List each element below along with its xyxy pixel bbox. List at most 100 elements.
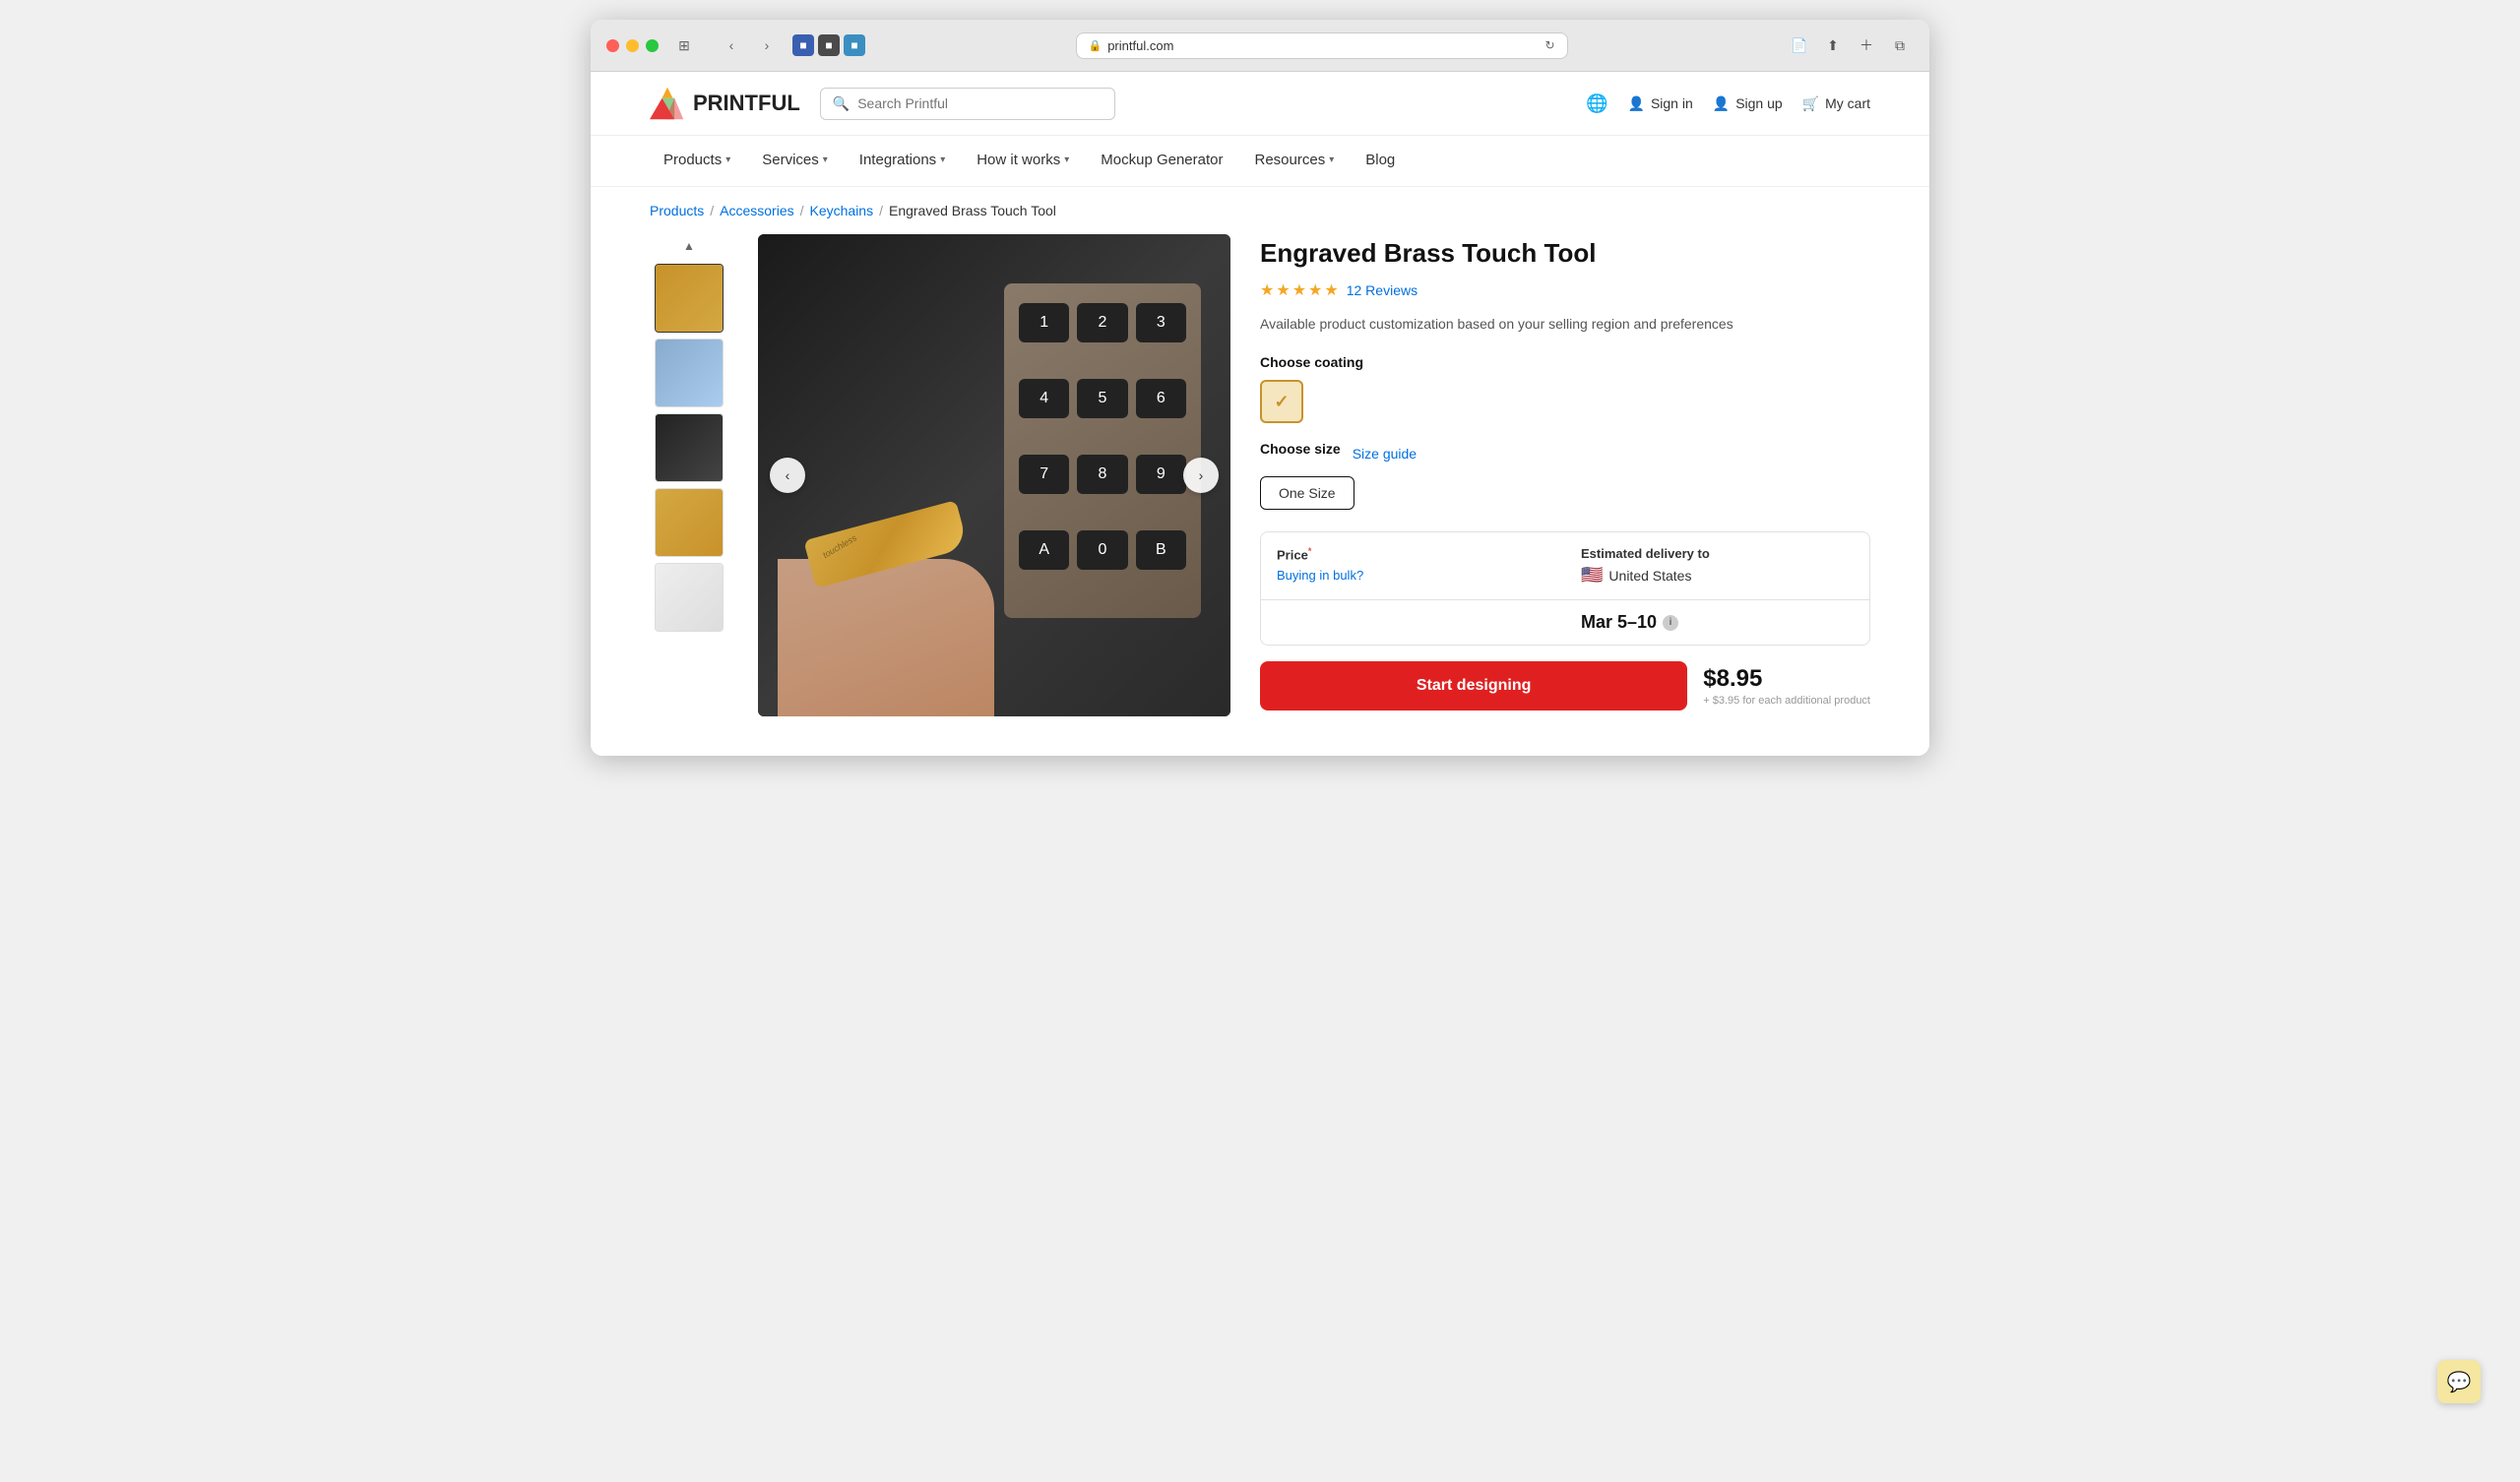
sign-in-link[interactable]: 👤 Sign in	[1628, 95, 1693, 112]
main-image-placeholder: 1 2 3 4 5 6 7 8 9 A 0 B	[758, 234, 1230, 716]
price-note: + $3.95 for each additional product	[1703, 695, 1870, 707]
thumbnail-image-1	[656, 265, 723, 332]
chat-icon: 💬	[2447, 1370, 2472, 1394]
address-bar[interactable]: 🔒 printful.com ↻	[1076, 32, 1568, 59]
forward-button[interactable]: ›	[753, 31, 781, 59]
browser-titlebar: ⊞ ‹ › ■ ■ ■ 🔒 printful.com ↻ 📄 ⬆ ＋ ⧉	[591, 20, 1929, 72]
reviews-link[interactable]: 12 Reviews	[1347, 282, 1418, 298]
tabs-icon[interactable]: ⧉	[1886, 31, 1914, 59]
delivery-info-icon[interactable]: i	[1663, 615, 1678, 631]
price-cell: Price* Buying in bulk?	[1261, 532, 1565, 599]
delivery-label: Estimated delivery to	[1581, 546, 1854, 561]
sidebar-toggle-button[interactable]: ⊞	[670, 31, 698, 59]
product-title: Engraved Brass Touch Tool	[1260, 238, 1870, 269]
nav-mockup-generator[interactable]: Mockup Generator	[1087, 136, 1236, 186]
delivery-country-row: 🇺🇸 United States	[1581, 565, 1854, 586]
key-1: 1	[1019, 303, 1069, 342]
nav-services[interactable]: Services ▾	[748, 136, 842, 186]
brass-tool-text: touchless	[821, 532, 858, 560]
thumbnail-image-3	[656, 414, 723, 481]
toolbar-actions: 📄 ⬆ ＋ ⧉	[1786, 31, 1914, 59]
brass-tool-shape: touchless	[803, 500, 968, 588]
thumbnail-column: ▲	[650, 234, 728, 716]
breadcrumb-sep-3: /	[879, 203, 883, 218]
thumbnail-image-2	[656, 340, 723, 406]
breadcrumb-accessories[interactable]: Accessories	[720, 203, 793, 218]
carousel-prev-button[interactable]: ‹	[770, 458, 805, 493]
traffic-lights	[606, 39, 659, 52]
thumbnail-5[interactable]	[655, 563, 724, 632]
breadcrumb-current: Engraved Brass Touch Tool	[889, 203, 1056, 218]
rating-row: ★ ★ ★ ★ ★ 12 Reviews	[1260, 280, 1870, 300]
globe-icon[interactable]: 🌐	[1586, 93, 1607, 114]
reader-view-icon[interactable]: 📄	[1786, 31, 1813, 59]
price-display: $8.95 + $3.95 for each additional produc…	[1703, 665, 1870, 707]
nav-products[interactable]: Products ▾	[650, 136, 744, 186]
chat-widget[interactable]: 💬	[2437, 1360, 2481, 1403]
thumbnail-image-5	[656, 564, 723, 631]
delivery-cell: Estimated delivery to 🇺🇸 United States	[1565, 532, 1869, 599]
reload-button[interactable]: ↻	[1544, 38, 1554, 52]
share-icon[interactable]: ⬆	[1819, 31, 1847, 59]
start-designing-button[interactable]: Start designing	[1260, 661, 1687, 710]
site-logo[interactable]: PRINTFUL	[650, 86, 800, 121]
bulk-buying-link[interactable]: Buying in bulk?	[1277, 568, 1363, 583]
nav-blog[interactable]: Blog	[1352, 136, 1409, 186]
minimize-button[interactable]	[626, 39, 639, 52]
key-0: 0	[1077, 530, 1127, 570]
search-bar[interactable]: 🔍	[820, 88, 1115, 120]
logo-text: PRINTFUL	[693, 91, 800, 116]
main-nav: Products ▾ Services ▾ Integrations ▾ How…	[591, 136, 1929, 187]
carousel-next-button[interactable]: ›	[1183, 458, 1219, 493]
product-main-image: 1 2 3 4 5 6 7 8 9 A 0 B	[758, 234, 1230, 716]
breadcrumb: Products / Accessories / Keychains / Eng…	[591, 187, 1929, 234]
price-label: Price*	[1277, 546, 1549, 562]
header-actions: 🌐 👤 Sign in 👤 Sign up 🛒 My cart	[1586, 93, 1870, 114]
logo-icon	[650, 86, 685, 121]
delivery-date: Mar 5–10 i	[1565, 600, 1869, 645]
back-button[interactable]: ‹	[718, 31, 745, 59]
ext-bitwarden-icon[interactable]: ■	[844, 34, 865, 56]
star-5: ★	[1324, 280, 1338, 300]
breadcrumb-products[interactable]: Products	[650, 203, 704, 218]
coating-option[interactable]: ✓	[1260, 380, 1303, 423]
ext-raindrop-icon[interactable]: ■	[792, 34, 814, 56]
key-b: B	[1136, 530, 1186, 570]
maximize-button[interactable]	[646, 39, 659, 52]
product-page: ▲	[591, 234, 1929, 756]
delivery-country: United States	[1608, 568, 1691, 584]
key-6: 6	[1136, 379, 1186, 418]
sign-up-link[interactable]: 👤 Sign up	[1713, 95, 1783, 112]
size-guide-link[interactable]: Size guide	[1353, 446, 1417, 462]
thumbnail-3[interactable]	[655, 413, 724, 482]
breadcrumb-sep-2: /	[800, 203, 804, 218]
thumbnail-image-4	[656, 489, 723, 556]
add-person-icon: 👤	[1713, 95, 1730, 112]
page-content: PRINTFUL 🔍 🌐 👤 Sign in 👤 Sign up 🛒	[591, 72, 1929, 756]
search-input[interactable]	[857, 95, 1102, 111]
size-row: Choose size Size guide	[1260, 441, 1870, 466]
breadcrumb-keychains[interactable]: Keychains	[810, 203, 874, 218]
nav-integrations[interactable]: Integrations ▾	[846, 136, 959, 186]
nav-how-it-works[interactable]: How it works ▾	[963, 136, 1083, 186]
chevron-down-icon: ▾	[823, 154, 828, 165]
ext-shield-icon[interactable]: ■	[818, 34, 840, 56]
star-4: ★	[1308, 280, 1322, 300]
thumbnail-2[interactable]	[655, 339, 724, 407]
chevron-down-icon: ▾	[1329, 154, 1334, 165]
cart-icon: 🛒	[1802, 95, 1819, 112]
close-button[interactable]	[606, 39, 619, 52]
thumbnail-4[interactable]	[655, 488, 724, 557]
key-2: 2	[1077, 303, 1127, 342]
coating-label: Choose coating	[1260, 354, 1870, 370]
cart-link[interactable]: 🛒 My cart	[1802, 95, 1870, 112]
breadcrumb-sep-1: /	[710, 203, 714, 218]
product-description: Available product customization based on…	[1260, 314, 1870, 335]
size-label: Choose size	[1260, 441, 1341, 457]
size-one-size-button[interactable]: One Size	[1260, 476, 1354, 510]
nav-resources[interactable]: Resources ▾	[1241, 136, 1349, 186]
new-tab-icon[interactable]: ＋	[1853, 31, 1880, 59]
thumb-up-button[interactable]: ▲	[669, 234, 709, 258]
chevron-down-icon: ▾	[725, 154, 730, 165]
thumbnail-1[interactable]	[655, 264, 724, 333]
